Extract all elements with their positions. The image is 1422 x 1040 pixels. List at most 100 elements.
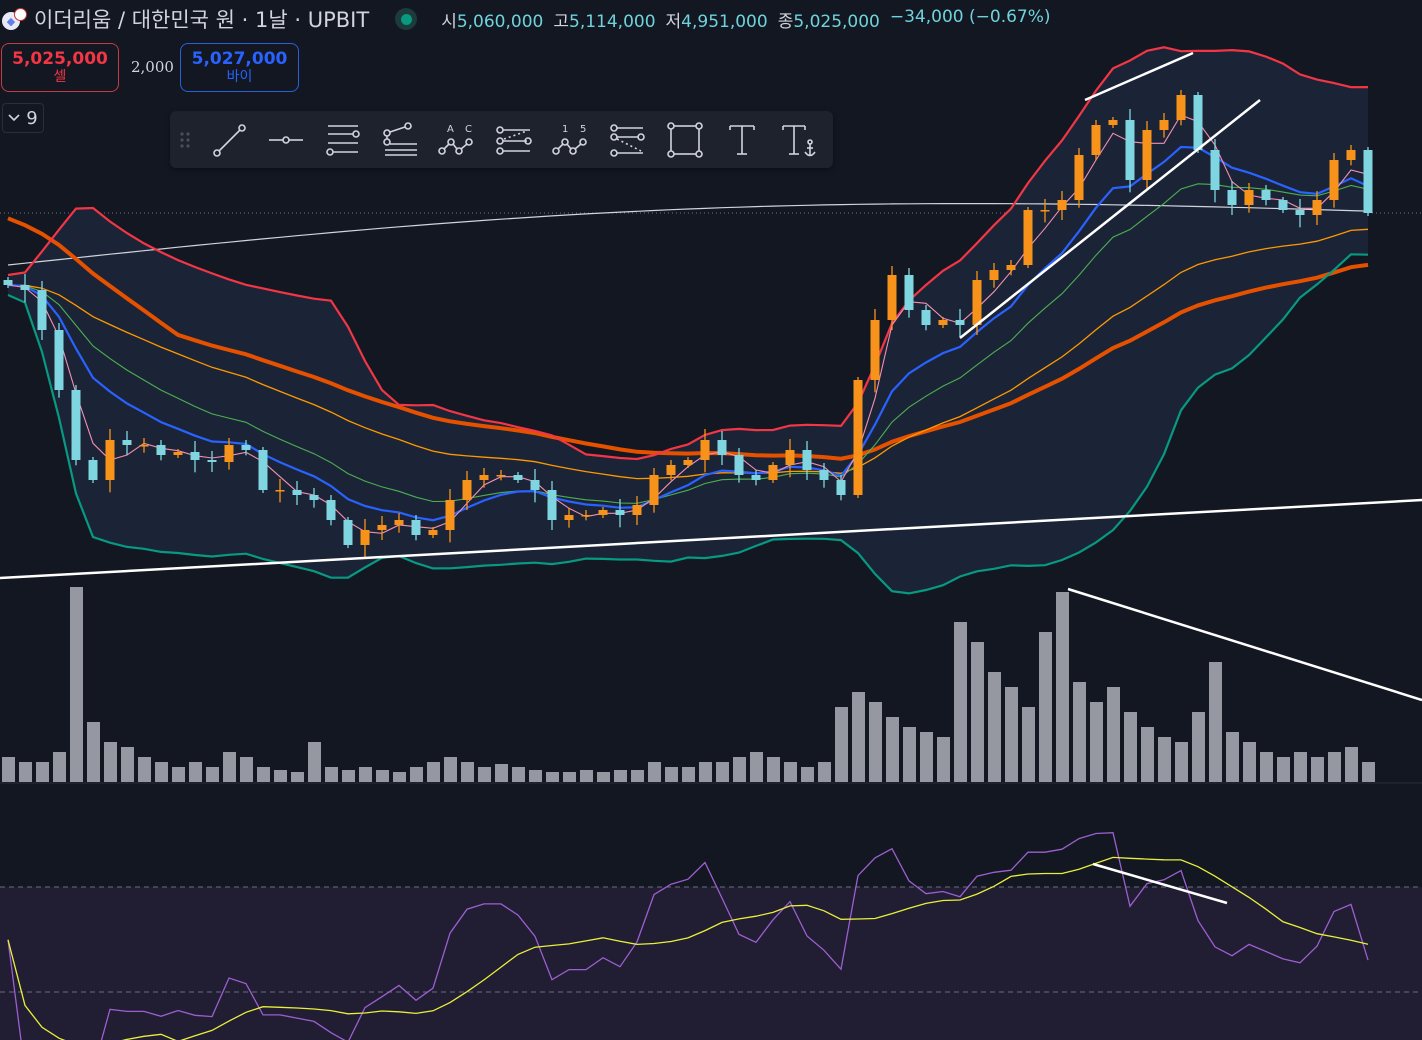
anchored-text-tool[interactable] — [770, 111, 827, 168]
candle-body — [1210, 150, 1220, 190]
candle-body — [1142, 130, 1152, 180]
candle-body — [292, 490, 302, 495]
candle-body — [1023, 210, 1033, 265]
volume-bar — [1039, 632, 1052, 782]
volume-bar — [376, 770, 389, 782]
candle-body — [105, 440, 115, 480]
volume-bar — [1294, 752, 1307, 782]
symbol-title[interactable]: 이더리움 / 대한민국 원 · 1날 · UPBIT — [34, 4, 369, 34]
volume-bar — [2, 757, 15, 782]
wave-1-label: 1 — [562, 124, 568, 135]
ethereum-logo-icon[interactable]: ◆ — [2, 6, 28, 32]
volume-bar — [1311, 757, 1324, 782]
candle-body — [479, 475, 489, 480]
volume-bar — [70, 587, 83, 782]
volume-bar — [699, 762, 712, 782]
volume-bar — [1362, 762, 1375, 782]
abcd-a-label: A — [447, 124, 454, 135]
candle-body — [275, 490, 285, 492]
volume-bar — [138, 757, 151, 782]
indicators-collapse-button[interactable]: 9 — [2, 103, 44, 133]
candle-body — [1329, 160, 1339, 200]
elliott-wave-icon: 15 — [551, 124, 587, 155]
candle-body — [955, 320, 965, 325]
candle-body — [207, 460, 217, 462]
volume-bar — [580, 770, 593, 782]
candle-body — [649, 475, 659, 505]
volume-bar — [274, 770, 287, 782]
volume-bar — [359, 767, 372, 782]
abcd-pattern-icon: AC — [437, 124, 473, 155]
sell-button[interactable]: 5,025,000 셀 — [1, 43, 119, 92]
close-label: 종 — [777, 11, 794, 32]
drawing-toolbar: AC 15 — [170, 111, 833, 168]
volume-bar — [121, 747, 134, 782]
candle — [768, 462, 778, 483]
volume-bar — [665, 767, 678, 782]
volume-bar — [784, 762, 797, 782]
fib-channel-tool[interactable] — [485, 111, 542, 168]
volume-bar — [920, 732, 933, 782]
candle-body — [785, 450, 795, 465]
pitchfork-lines-tool[interactable] — [314, 111, 371, 168]
volume-bar — [1090, 702, 1103, 782]
volume-bar — [1192, 712, 1205, 782]
chevron-down-icon — [8, 114, 20, 122]
volume-bar — [240, 757, 253, 782]
volume-bar — [716, 762, 729, 782]
trend-line-tool[interactable] — [200, 111, 257, 168]
text-tool[interactable] — [713, 111, 770, 168]
market-status-icon[interactable] — [395, 8, 418, 30]
volume-bar — [1345, 747, 1358, 782]
candle-body — [1074, 155, 1084, 200]
candle-body — [1057, 200, 1067, 210]
candle — [1091, 120, 1101, 161]
volume-bar — [189, 762, 202, 782]
volume-bar — [87, 722, 100, 782]
candle-body — [411, 520, 421, 535]
drag-handle-icon[interactable] — [170, 131, 200, 149]
candle-body — [972, 280, 982, 325]
volume-bar — [206, 767, 219, 782]
candle — [853, 377, 863, 498]
candle — [54, 323, 64, 398]
elliott-wave-tool[interactable]: 15 — [542, 111, 599, 168]
abcd-pattern-tool[interactable]: AC — [428, 111, 485, 168]
parallel-lines-icon — [325, 124, 360, 156]
candle-body — [343, 520, 353, 545]
candle-body — [751, 475, 761, 480]
volume-bar — [1158, 737, 1171, 782]
volume-bar — [512, 767, 525, 782]
volume-bar — [1243, 742, 1256, 782]
text-icon — [728, 124, 755, 155]
open-label: 시 — [441, 11, 457, 32]
volume-bar — [801, 767, 814, 782]
candle — [88, 457, 98, 483]
candle-body — [802, 450, 812, 470]
buy-button[interactable]: 5,027,000 바이 — [180, 43, 299, 92]
candle-body — [921, 310, 931, 325]
ohlc-values: 시5,060,000 고5,114,000 저4,951,000 종5,025,… — [441, 7, 1050, 32]
fib-speed-icon — [609, 123, 645, 157]
candle-body — [173, 452, 183, 455]
volume-bar — [1124, 712, 1137, 782]
candle — [1363, 147, 1373, 216]
volume-bar — [155, 762, 168, 782]
candle-body — [615, 510, 625, 515]
volume-bar — [1277, 757, 1290, 782]
volume-bar — [529, 770, 542, 782]
sell-price: 5,025,000 — [12, 49, 108, 69]
candle — [71, 385, 81, 466]
low-label: 저 — [665, 11, 682, 32]
fib-retracement-tool[interactable] — [371, 111, 428, 168]
volume-bar — [1226, 732, 1239, 782]
horizontal-ray-icon — [268, 135, 303, 144]
candle-body — [224, 445, 234, 462]
candle-body — [122, 440, 132, 445]
volume-bar — [1209, 662, 1222, 782]
fib-speed-tool[interactable] — [599, 111, 656, 168]
volume-bar — [308, 742, 321, 782]
candle-body — [887, 275, 897, 320]
rectangle-tool[interactable] — [656, 111, 713, 168]
horizontal-ray-tool[interactable] — [257, 111, 314, 168]
